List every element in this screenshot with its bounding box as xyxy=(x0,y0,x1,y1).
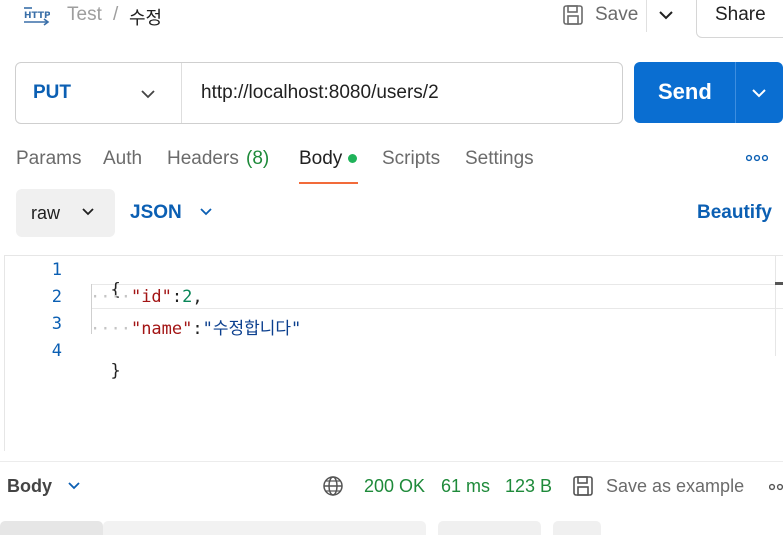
chevron-down-icon[interactable] xyxy=(66,478,82,494)
body-mode-label[interactable]: raw xyxy=(31,203,60,224)
json-value: "수정합니다" xyxy=(202,319,302,339)
chevron-down-icon[interactable] xyxy=(198,204,214,220)
indent-whitespace: ···· xyxy=(90,319,131,339)
json-colon: : xyxy=(192,319,203,339)
tab-settings[interactable]: Settings xyxy=(465,148,534,170)
code-line: } xyxy=(90,341,121,381)
breadcrumb-collection[interactable]: Test xyxy=(67,4,102,26)
json-colon: : xyxy=(171,287,183,307)
indent-whitespace: ···· xyxy=(90,287,131,307)
json-value: 2 xyxy=(182,287,193,307)
request-header: HTTP Test / 수정 Save Share xyxy=(0,0,783,44)
beautify-button[interactable]: Beautify xyxy=(697,202,772,224)
active-tab-underline xyxy=(299,182,358,184)
chevron-down-icon[interactable] xyxy=(657,6,675,24)
divider xyxy=(646,0,647,32)
line-number: 4 xyxy=(51,341,62,361)
tab-headers[interactable]: Headers xyxy=(167,148,239,170)
line-number: 3 xyxy=(51,314,62,334)
response-view-tab[interactable] xyxy=(103,521,426,535)
save-button[interactable]: Save xyxy=(595,4,638,26)
chevron-down-icon[interactable] xyxy=(750,84,768,102)
tab-scripts[interactable]: Scripts xyxy=(382,148,440,170)
code-line: ····"id":2, xyxy=(90,287,203,307)
save-icon[interactable] xyxy=(562,3,584,27)
share-label[interactable]: Share xyxy=(715,4,766,26)
tab-auth[interactable]: Auth xyxy=(103,148,142,170)
json-comma: , xyxy=(192,287,203,307)
divider xyxy=(0,461,783,462)
breadcrumb-separator: / xyxy=(113,4,119,25)
response-size[interactable]: 123 B xyxy=(505,476,552,497)
json-key: "name" xyxy=(130,319,193,339)
http-icon: HTTP xyxy=(24,7,50,26)
response-view-tab[interactable] xyxy=(553,521,601,535)
request-name[interactable]: 수정 xyxy=(129,4,162,30)
send-label[interactable]: Send xyxy=(658,79,712,105)
json-key: "id" xyxy=(130,287,172,307)
divider xyxy=(735,62,736,123)
method-select[interactable]: PUT xyxy=(33,82,71,104)
json-close-brace: } xyxy=(110,361,121,381)
editor-scrollbar[interactable] xyxy=(775,256,776,356)
headers-count: (8) xyxy=(246,148,270,169)
response-view-tab[interactable] xyxy=(0,521,103,535)
divider xyxy=(181,63,182,123)
response-status[interactable]: 200 OK xyxy=(364,476,425,497)
body-indicator-dot xyxy=(348,154,357,163)
response-time[interactable]: 61 ms xyxy=(441,476,490,497)
globe-icon[interactable] xyxy=(322,475,344,497)
tab-body[interactable]: Body xyxy=(299,148,342,170)
svg-text:HTTP: HTTP xyxy=(24,11,50,21)
more-horizontal-icon[interactable] xyxy=(769,482,783,492)
scroll-position-marker xyxy=(775,282,783,285)
code-line: ····"name":"수정합니다" xyxy=(90,314,301,339)
url-input[interactable]: http://localhost:8080/users/2 xyxy=(201,82,439,104)
save-icon[interactable] xyxy=(572,474,594,498)
line-number: 2 xyxy=(51,287,62,307)
save-as-example-button[interactable]: Save as example xyxy=(606,476,744,497)
chevron-down-icon[interactable] xyxy=(139,85,157,103)
tab-params[interactable]: Params xyxy=(16,148,81,170)
chevron-down-icon[interactable] xyxy=(80,204,96,220)
response-view-tab[interactable] xyxy=(438,521,541,535)
more-horizontal-icon[interactable] xyxy=(746,153,768,163)
response-body-select[interactable]: Body xyxy=(7,476,52,497)
line-number: 1 xyxy=(51,260,62,280)
body-language-select[interactable]: JSON xyxy=(130,202,182,224)
